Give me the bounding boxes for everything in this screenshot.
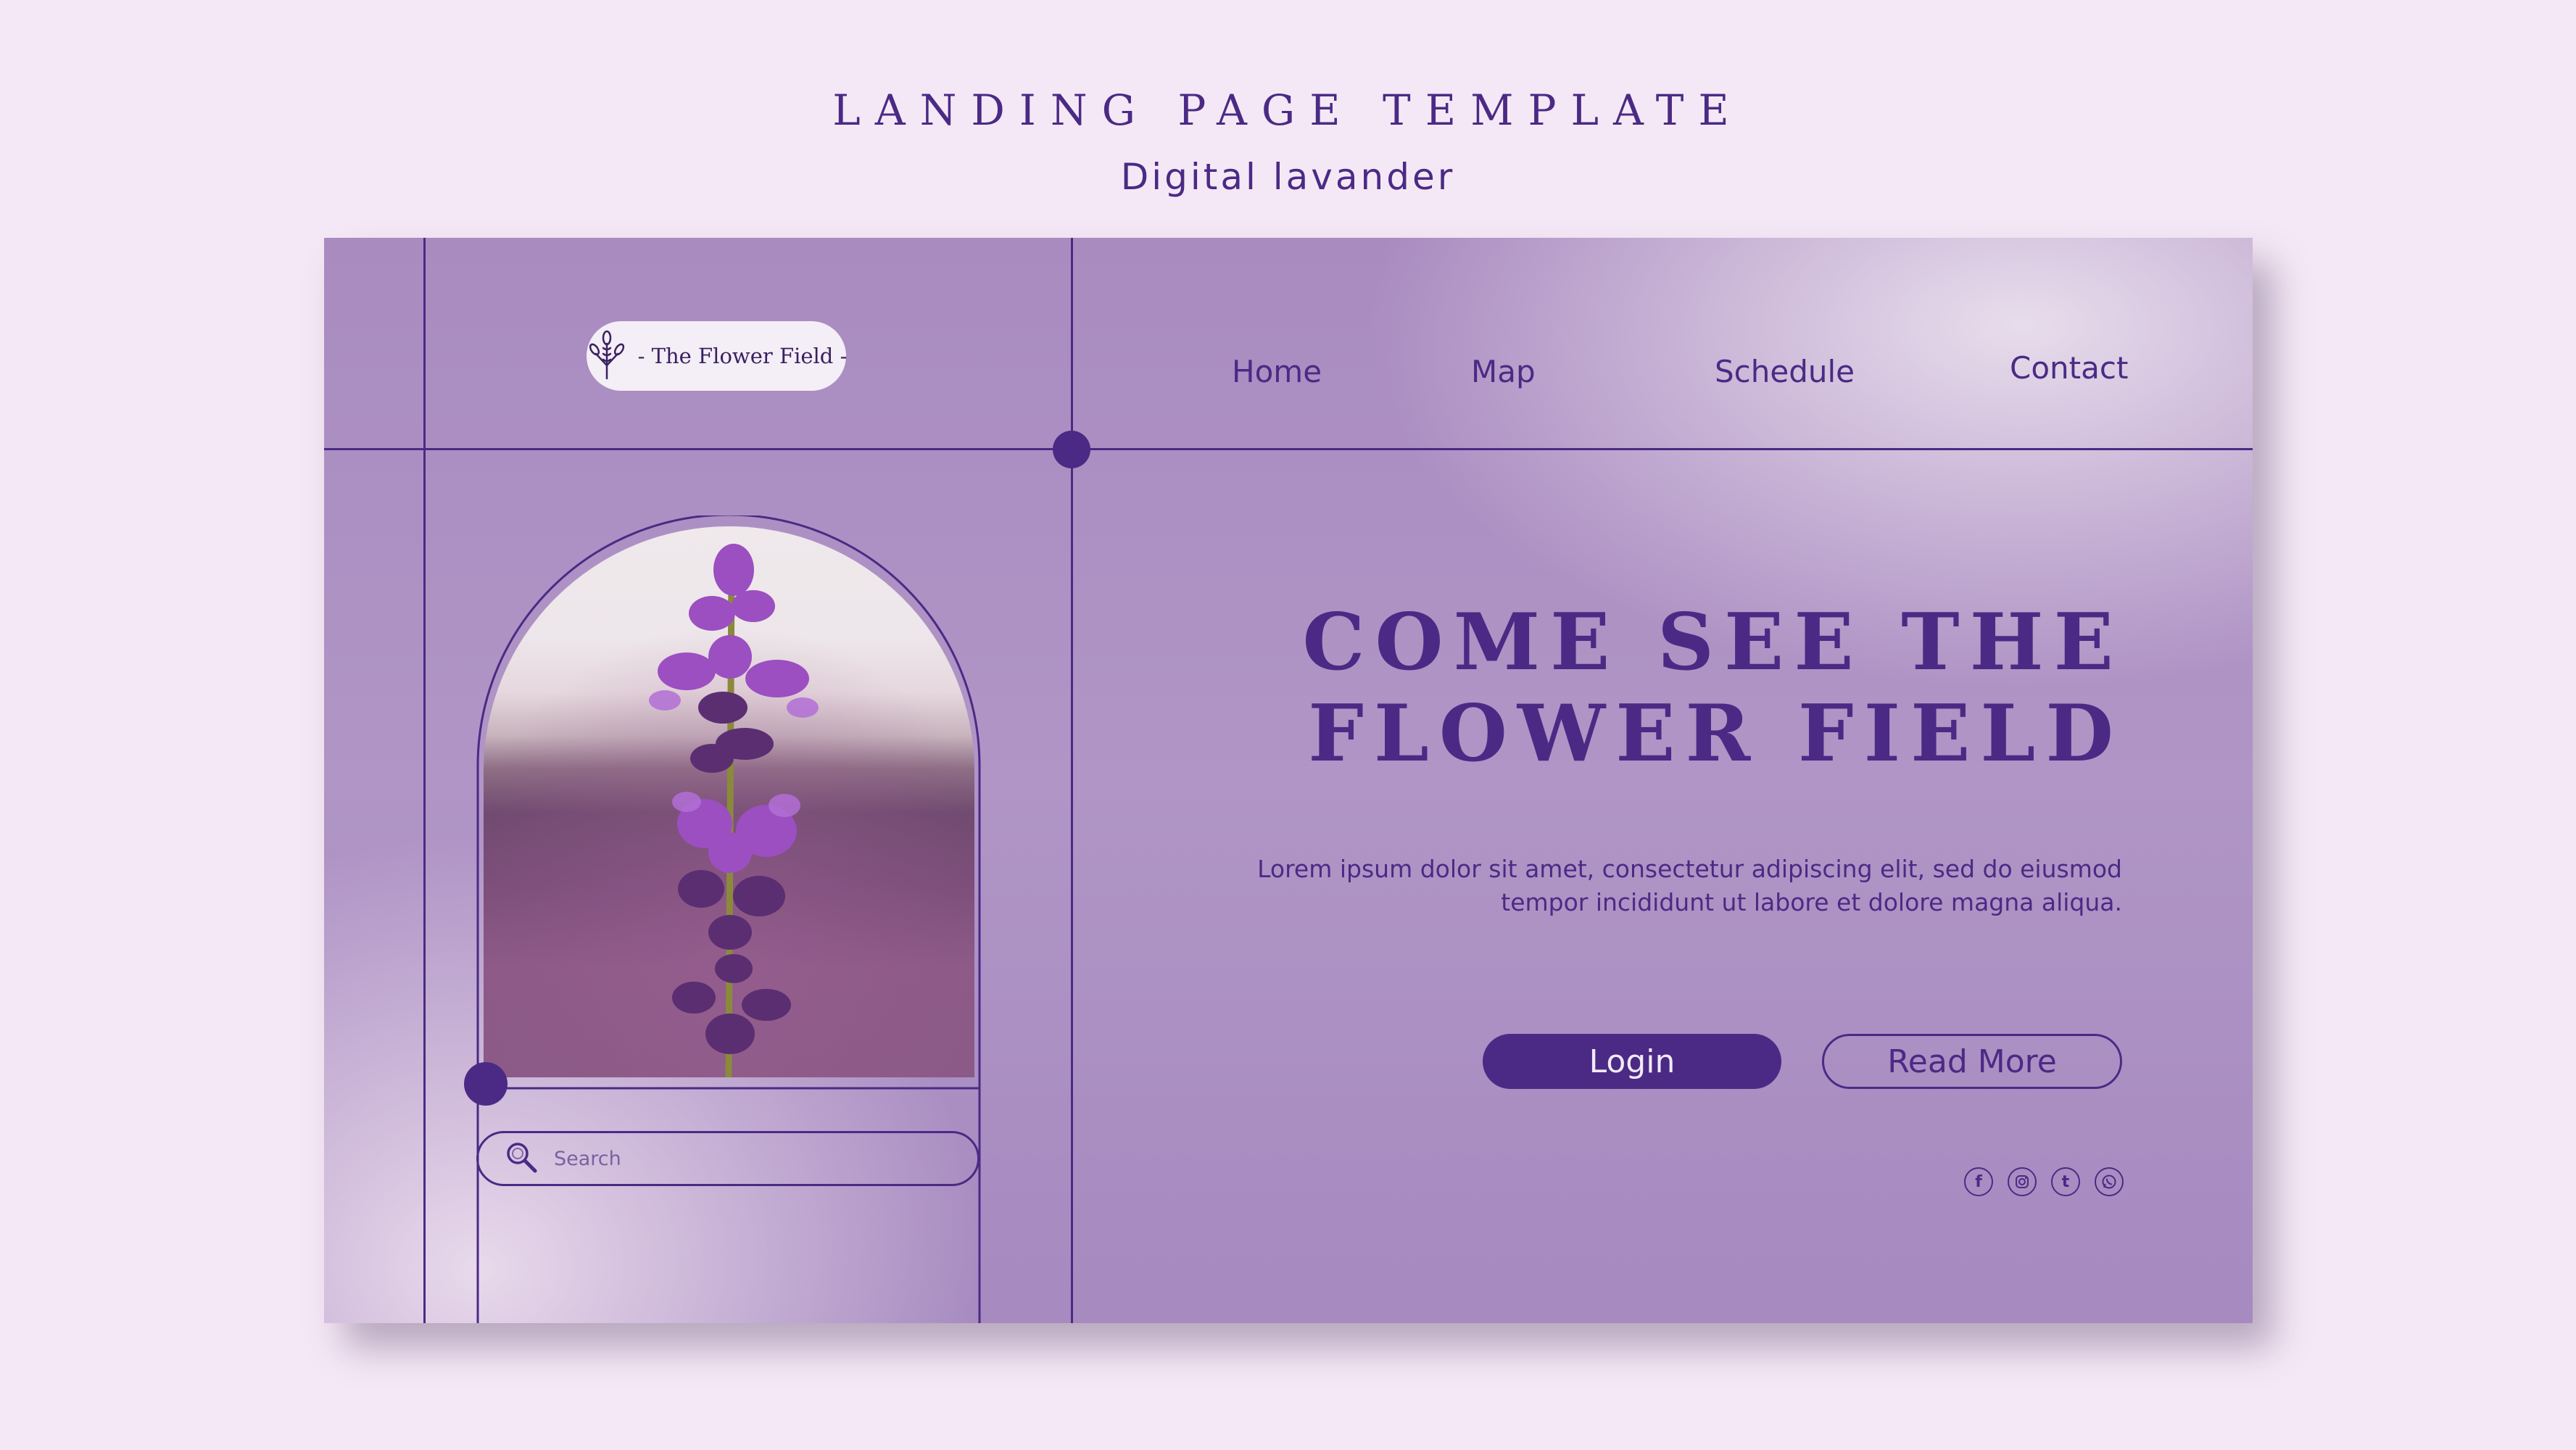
template-subtitle: Digital lavander xyxy=(1120,156,1456,198)
facebook-icon[interactable]: f xyxy=(1964,1167,1993,1196)
search-icon xyxy=(505,1140,538,1177)
site-logo[interactable]: - The Flower Field - xyxy=(586,321,848,391)
nav-home[interactable]: Home xyxy=(1232,354,1322,389)
logo-text: - The Flower Field - xyxy=(637,344,848,368)
grid-line-center xyxy=(1071,238,1073,1323)
instagram-icon[interactable] xyxy=(2008,1167,2037,1196)
hero-description-line-1: Lorem ipsum dolor sit amet, consectetur … xyxy=(1257,855,2122,883)
hero-heading-line-1: COME SEE THE xyxy=(1302,597,2124,688)
nav-contact[interactable]: Contact xyxy=(2010,350,2128,386)
template-title: LANDING PAGE TEMPLATE xyxy=(832,86,1744,135)
hero-description-line-2: tempor incididunt ut labore et dolore ma… xyxy=(1501,888,2122,916)
grid-intersection-dot xyxy=(1053,431,1090,468)
lavender-flower-photo xyxy=(484,526,974,1077)
lavender-sprig-icon xyxy=(586,329,628,384)
grid-line-left xyxy=(423,238,426,1323)
nav-map[interactable]: Map xyxy=(1471,354,1536,389)
tumblr-icon[interactable]: t xyxy=(2051,1167,2080,1196)
whatsapp-icon[interactable] xyxy=(2095,1167,2124,1196)
search-input[interactable]: Search xyxy=(476,1131,980,1186)
landing-page-mockup: - The Flower Field - Home Map Schedule C… xyxy=(324,238,2253,1323)
nav-schedule[interactable]: Schedule xyxy=(1715,354,1855,389)
search-placeholder: Search xyxy=(554,1147,621,1170)
social-links: f t xyxy=(1964,1167,2124,1196)
arch-corner-dot xyxy=(464,1062,508,1106)
grid-line-header xyxy=(324,448,2253,450)
hero-heading-line-2: FLOWER FIELD xyxy=(1308,688,2124,779)
read-more-button[interactable]: Read More xyxy=(1822,1034,2122,1089)
hero-heading: COME SEE THE FLOWER FIELD xyxy=(1036,597,2124,779)
hero-description: Lorem ipsum dolor sit amet, consectetur … xyxy=(1180,853,2122,919)
login-button[interactable]: Login xyxy=(1483,1034,1781,1089)
